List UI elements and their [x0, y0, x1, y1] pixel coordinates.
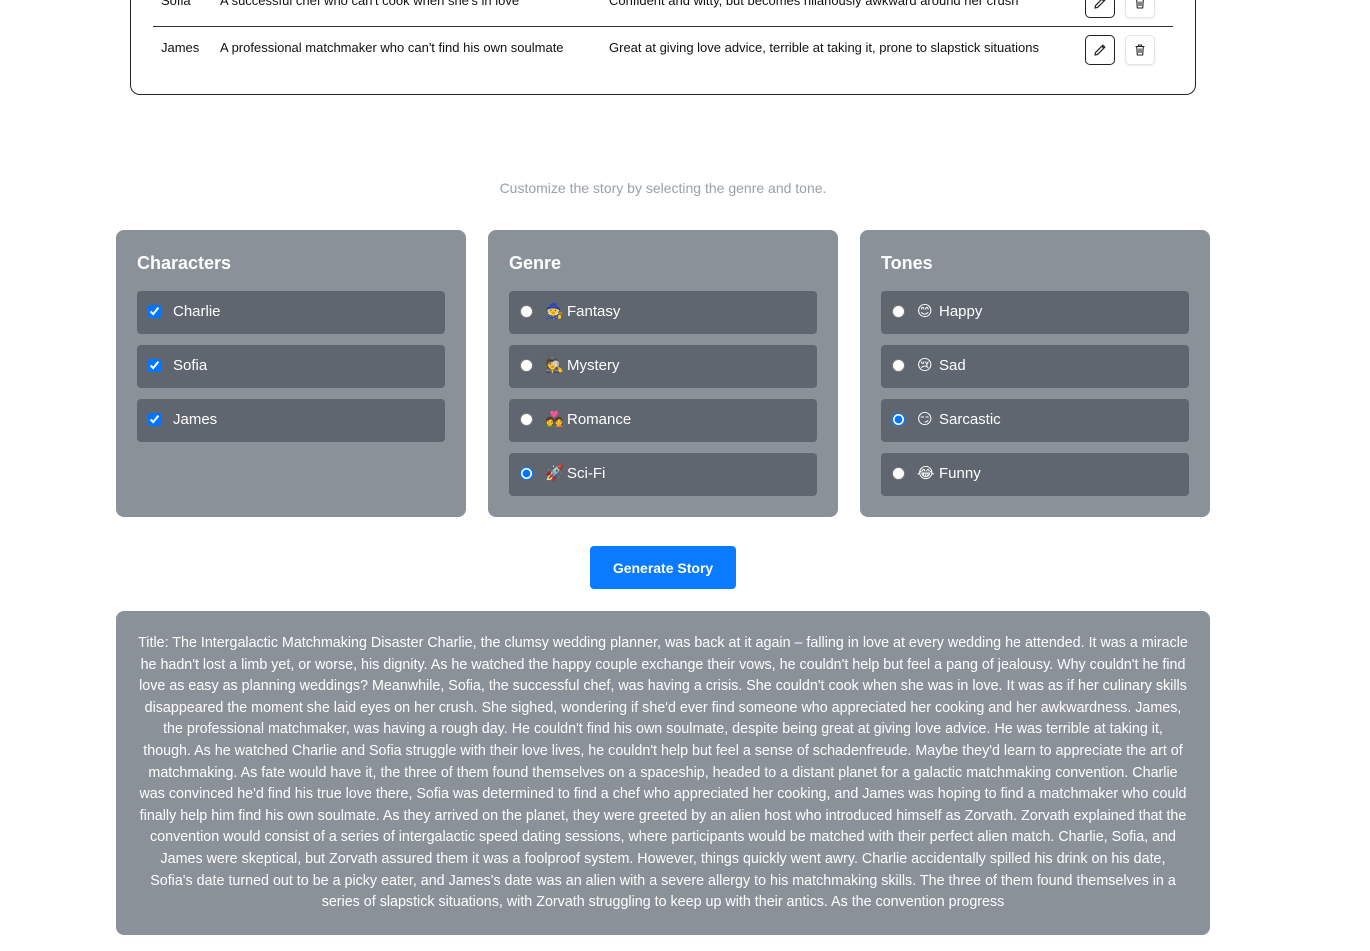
genre-option-sci-fi[interactable]: 🚀 Sci-Fi	[509, 453, 817, 496]
rocket-icon: 🚀	[545, 465, 564, 482]
genre-panel-title: Genre	[509, 253, 562, 273]
wizard-icon: 🧙	[545, 303, 564, 320]
trash-icon	[1135, 0, 1145, 9]
tone-option-sad[interactable]: 😢 Sad	[881, 345, 1189, 388]
character-name-cell: Sofia	[161, 0, 191, 8]
tone-radio[interactable]	[892, 305, 905, 318]
tone-radio[interactable]	[892, 413, 905, 426]
genre-option-label: Mystery	[567, 357, 620, 374]
genre-panel: Genre 🧙 Fantasy 🕵️ Mystery 💑 Romance 🚀 S…	[488, 230, 838, 517]
tone-option-label: Sad	[939, 357, 966, 374]
genre-option-mystery[interactable]: 🕵️ Mystery	[509, 345, 817, 388]
tone-option-label: Sarcastic	[939, 411, 1001, 428]
character-option-label: Charlie	[173, 303, 221, 320]
detective-icon: 🕵️	[545, 357, 564, 374]
laughing-face-icon: 😂	[917, 465, 935, 482]
trash-icon	[1135, 44, 1145, 56]
character-personality-cell: Confident and witty, but becomes hilario…	[609, 0, 1019, 8]
character-option-label: Sofia	[173, 357, 208, 374]
genre-option-label: Romance	[567, 411, 632, 428]
pencil-icon	[1094, 0, 1106, 9]
couple-icon: 💑	[545, 411, 564, 428]
genre-radio[interactable]	[520, 359, 533, 372]
tone-radio[interactable]	[892, 359, 905, 372]
tone-option-sarcastic[interactable]: 😏 Sarcastic	[881, 399, 1189, 442]
character-personality-cell: Great at giving love advice, terrible at…	[609, 40, 1039, 55]
genre-radio[interactable]	[520, 413, 533, 426]
character-option-label: James	[173, 411, 218, 428]
generate-story-button[interactable]: Generate Story	[590, 546, 736, 589]
tone-radio[interactable]	[892, 467, 905, 480]
tones-panel-title: Tones	[881, 253, 933, 273]
character-description-cell: A professional matchmaker who can't find…	[220, 40, 564, 55]
character-checkbox[interactable]	[148, 305, 161, 318]
character-checkbox[interactable]	[148, 413, 161, 426]
characters-panel-title: Characters	[137, 253, 232, 273]
genre-option-fantasy[interactable]: 🧙 Fantasy	[509, 291, 817, 334]
pencil-icon	[1094, 44, 1106, 56]
tones-panel: Tones 😊 Happy 😢 Sad 😏 Sarcastic 😂 Funny	[860, 230, 1210, 517]
character-description-cell: A successful chef who can't cook when sh…	[220, 0, 520, 8]
customize-subtitle: Customize the story by selecting the gen…	[499, 180, 827, 196]
edit-character-button[interactable]	[1085, 35, 1115, 65]
delete-character-button[interactable]	[1125, 0, 1155, 18]
table-row: James A professional matchmaker who can'…	[153, 27, 1173, 73]
genre-radio[interactable]	[520, 305, 533, 318]
character-option-sofia[interactable]: Sofia	[137, 345, 445, 388]
characters-panel: Characters Charlie Sofia James	[116, 230, 466, 517]
genre-option-label: Sci-Fi	[567, 465, 606, 482]
smirk-icon: 😏	[917, 411, 933, 428]
tone-option-label: Happy	[939, 303, 983, 320]
table-row: Sofia A successful chef who can't cook w…	[153, 0, 1173, 27]
delete-character-button[interactable]	[1125, 35, 1155, 65]
smile-icon: 😊	[917, 303, 933, 320]
tone-option-happy[interactable]: 😊 Happy	[881, 291, 1189, 334]
story-output: Title: The Intergalactic Matchmaking Dis…	[116, 611, 1210, 935]
genre-radio[interactable]	[520, 467, 533, 480]
characters-table-card: Sofia A successful chef who can't cook w…	[130, 0, 1196, 95]
tone-option-label: Funny	[939, 465, 981, 482]
tone-option-funny[interactable]: 😂 Funny	[881, 453, 1189, 496]
edit-character-button[interactable]	[1085, 0, 1115, 18]
character-checkbox[interactable]	[148, 359, 161, 372]
crying-face-icon: 😢	[917, 357, 933, 374]
character-option-charlie[interactable]: Charlie	[137, 291, 445, 334]
genre-option-label: Fantasy	[567, 303, 621, 320]
genre-option-romance[interactable]: 💑 Romance	[509, 399, 817, 442]
character-option-james[interactable]: James	[137, 399, 445, 442]
character-name-cell: James	[161, 40, 200, 55]
